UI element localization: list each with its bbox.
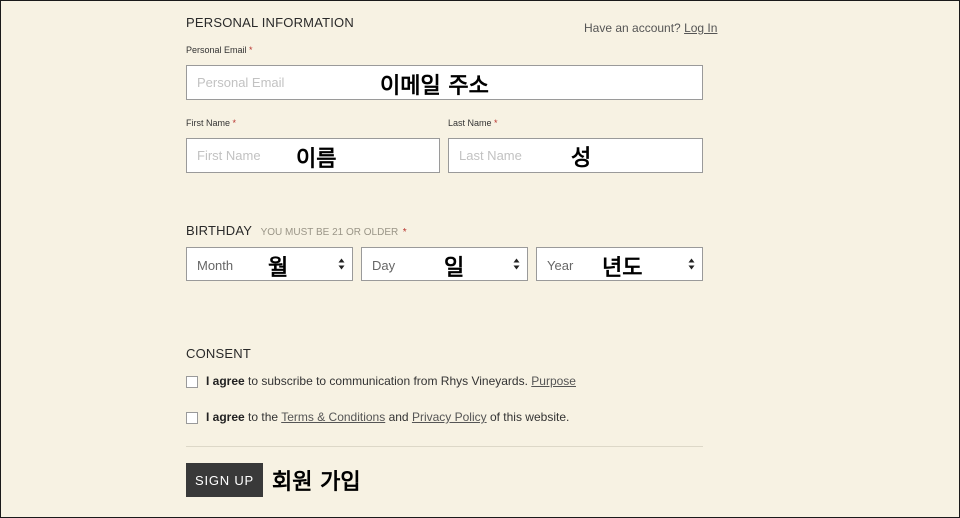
consent-agree-bold: I agree bbox=[206, 410, 245, 424]
required-mark: * bbox=[249, 45, 253, 55]
year-select[interactable]: Year bbox=[536, 247, 703, 281]
consent-agree-bold: I agree bbox=[206, 374, 245, 388]
required-mark: * bbox=[402, 227, 407, 238]
consent-terms-mid: and bbox=[385, 410, 412, 424]
consent-heading: CONSENT bbox=[186, 346, 251, 361]
day-select[interactable]: Day bbox=[361, 247, 528, 281]
updown-arrow-icon bbox=[688, 258, 695, 270]
consent-terms-text: I agree to the Terms & Conditions and Pr… bbox=[206, 410, 569, 424]
updown-arrow-icon bbox=[513, 258, 520, 270]
updown-arrow-icon bbox=[338, 258, 345, 270]
last-name-input[interactable] bbox=[448, 138, 703, 173]
required-mark: * bbox=[494, 118, 498, 128]
consent-terms-before: to the bbox=[244, 410, 282, 424]
month-select-value: Month bbox=[197, 258, 234, 273]
year-select-value: Year bbox=[547, 258, 574, 273]
first-name-label-text: First Name bbox=[186, 118, 231, 128]
terms-conditions-link[interactable]: Terms & Conditions bbox=[281, 410, 385, 424]
day-select-value: Day bbox=[372, 258, 396, 273]
consent-terms-after: of this website. bbox=[486, 410, 570, 424]
have-account-text: Have an account? Log In bbox=[584, 21, 717, 35]
have-account-label: Have an account? bbox=[584, 21, 681, 35]
personal-info-heading: PERSONAL INFORMATION bbox=[186, 15, 354, 30]
email-label-text: Personal Email bbox=[186, 45, 247, 55]
last-name-label-text: Last Name bbox=[448, 118, 492, 128]
consent-subscribe-text: I agree to subscribe to communication fr… bbox=[206, 374, 576, 388]
birthday-heading-row: BIRTHDAY YOU MUST BE 21 OR OLDER * bbox=[186, 222, 407, 240]
divider bbox=[186, 446, 703, 447]
month-select[interactable]: Month bbox=[186, 247, 353, 281]
consent-subscribe-checkbox[interactable] bbox=[186, 376, 198, 388]
email-input[interactable] bbox=[186, 65, 703, 100]
consent-subscribe-body: to subscribe to communication from Rhys … bbox=[244, 374, 532, 388]
purpose-link[interactable]: Purpose bbox=[531, 374, 576, 388]
consent-terms-checkbox[interactable] bbox=[186, 412, 198, 424]
privacy-policy-link[interactable]: Privacy Policy bbox=[412, 410, 487, 424]
last-name-label: Last Name * bbox=[448, 118, 498, 128]
first-name-label: First Name * bbox=[186, 118, 236, 128]
first-name-input[interactable] bbox=[186, 138, 440, 173]
login-link[interactable]: Log In bbox=[684, 21, 717, 35]
sign-up-button[interactable]: SIGN UP bbox=[186, 463, 263, 497]
birthday-age-note: YOU MUST BE 21 OR OLDER bbox=[260, 227, 399, 238]
birthday-heading: BIRTHDAY bbox=[186, 223, 253, 238]
email-label: Personal Email * bbox=[186, 45, 253, 55]
required-mark: * bbox=[232, 118, 237, 128]
